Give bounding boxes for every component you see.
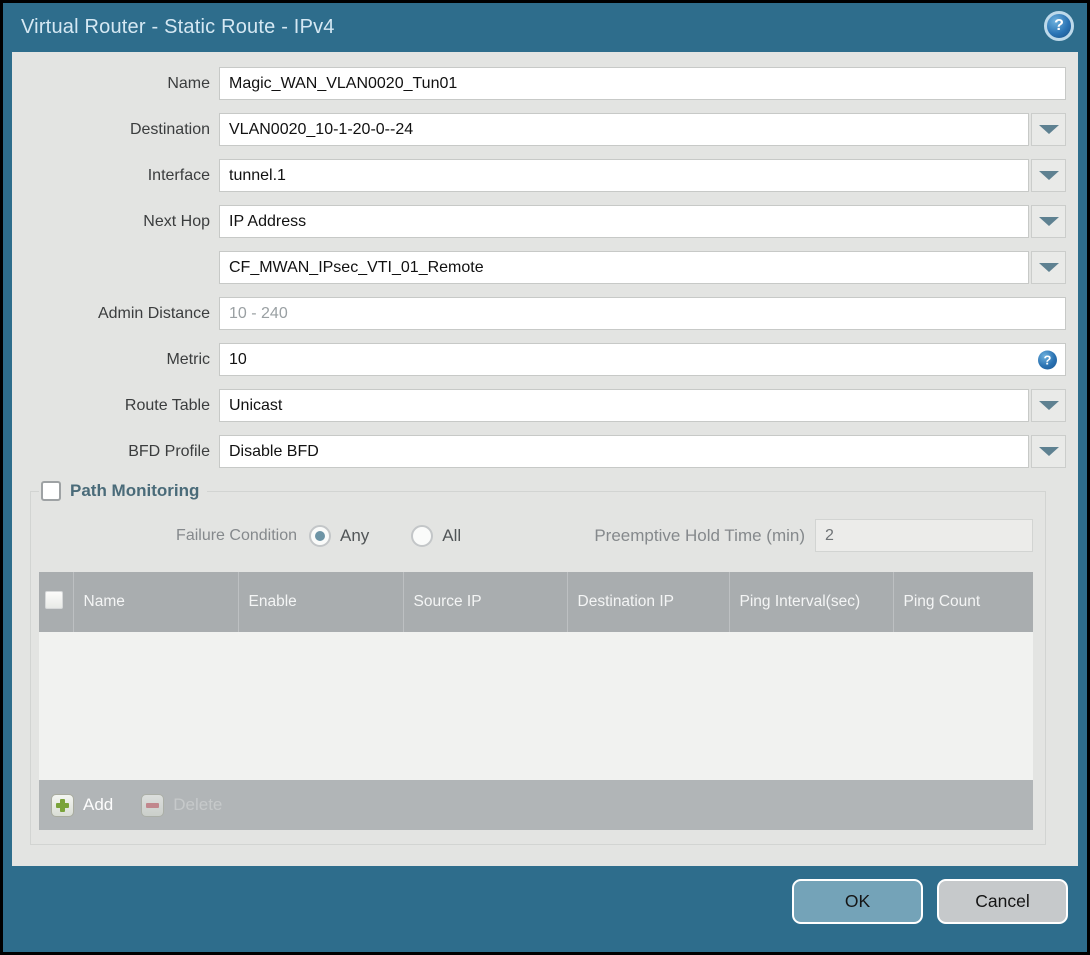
admin-distance-input[interactable] [219, 297, 1066, 330]
delete-button: Delete [141, 793, 223, 817]
interface-dropdown-button[interactable] [1031, 159, 1066, 192]
bfd-profile-row: BFD Profile [12, 435, 1066, 468]
preemptive-hold-time-label: Preemptive Hold Time (min) [594, 525, 805, 545]
delete-button-label: Delete [173, 795, 223, 814]
column-header-name: Name [73, 572, 239, 632]
bfd-profile-select[interactable] [219, 435, 1029, 468]
help-glyph: ? [1054, 17, 1064, 34]
path-monitoring-section: Path Monitoring Failure Condition Any Al… [30, 481, 1046, 845]
failure-condition-all-radio [411, 524, 434, 547]
table-empty-body [39, 632, 1033, 780]
metric-input[interactable] [219, 343, 1066, 376]
dialog-content: Name Destination Interface [12, 52, 1078, 866]
table-toolbar: Add Delete [39, 780, 1033, 830]
next-hop-select[interactable] [219, 205, 1029, 238]
chevron-down-icon [1038, 447, 1059, 456]
route-table-row: Route Table [12, 389, 1066, 422]
metric-row: Metric ? [12, 343, 1066, 376]
interface-label: Interface [147, 166, 210, 184]
next-hop-label: Next Hop [143, 212, 210, 230]
metric-help-glyph: ? [1043, 352, 1052, 367]
failure-condition-any-radio [309, 524, 331, 547]
failure-condition-radio-group: Any All [309, 524, 462, 547]
next-hop-dropdown-button[interactable] [1031, 205, 1066, 238]
admin-distance-row: Admin Distance [12, 297, 1066, 330]
column-header-ping-interval: Ping Interval(sec) [729, 572, 894, 632]
interface-row: Interface [12, 159, 1066, 192]
destination-row: Destination [12, 113, 1066, 146]
table-header-row: Name Enable Source IP Destination IP Pin… [39, 572, 1033, 632]
path-monitoring-table: Name Enable Source IP Destination IP Pin… [39, 572, 1033, 830]
chevron-down-icon [1038, 217, 1059, 226]
name-label: Name [167, 74, 210, 92]
chevron-down-icon [1038, 401, 1059, 410]
path-monitoring-checkbox[interactable] [41, 481, 61, 501]
next-hop-address-dropdown-button[interactable] [1031, 251, 1066, 284]
route-table-label: Route Table [124, 396, 210, 414]
destination-input[interactable] [219, 113, 1029, 146]
column-header-source-ip: Source IP [403, 572, 568, 632]
dialog-frame: Virtual Router - Static Route - IPv4 ? N… [3, 3, 1087, 952]
add-plus-icon [51, 793, 74, 817]
next-hop-row: Next Hop [12, 205, 1066, 238]
failure-condition-label: Failure Condition [176, 526, 297, 544]
column-header-destination-ip: Destination IP [567, 572, 730, 632]
dialog-title: Virtual Router - Static Route - IPv4 [21, 16, 335, 38]
add-button[interactable]: Add [51, 793, 114, 817]
interface-input[interactable] [219, 159, 1029, 192]
delete-minus-icon [141, 793, 165, 817]
dialog-titlebar: Virtual Router - Static Route - IPv4 ? [3, 3, 1087, 52]
name-row: Name [12, 67, 1066, 100]
column-header-ping-count: Ping Count [893, 572, 1033, 632]
chevron-down-icon [1038, 171, 1059, 180]
cancel-button[interactable]: Cancel [937, 879, 1068, 924]
admin-distance-label: Admin Distance [97, 304, 210, 322]
preemptive-hold-time-input [815, 519, 1033, 552]
next-hop-address-input[interactable] [219, 251, 1029, 284]
failure-condition-all-label: All [442, 525, 462, 545]
bfd-profile-label: BFD Profile [128, 442, 210, 460]
name-input[interactable] [219, 67, 1066, 100]
path-monitoring-legend: Path Monitoring [39, 481, 207, 501]
dialog-footer: OK Cancel [3, 866, 1087, 952]
destination-dropdown-button[interactable] [1031, 113, 1066, 146]
bfd-profile-dropdown-button[interactable] [1031, 435, 1066, 468]
metric-label: Metric [166, 350, 210, 368]
next-hop-address-row [12, 251, 1066, 284]
route-table-select[interactable] [219, 389, 1029, 422]
select-all-checkbox[interactable] [45, 590, 63, 609]
route-table-dropdown-button[interactable] [1031, 389, 1066, 422]
metric-help-icon[interactable]: ? [1038, 350, 1057, 369]
failure-condition-row: Failure Condition Any All Preemptive Hol… [39, 519, 1033, 552]
ok-button[interactable]: OK [792, 879, 923, 924]
add-button-label: Add [83, 795, 114, 814]
path-monitoring-title: Path Monitoring [70, 481, 200, 500]
chevron-down-icon [1038, 263, 1059, 272]
destination-label: Destination [129, 120, 210, 138]
failure-condition-any-label: Any [340, 525, 370, 545]
chevron-down-icon [1038, 125, 1059, 134]
column-header-enable: Enable [238, 572, 404, 632]
help-icon[interactable]: ? [1044, 11, 1074, 41]
